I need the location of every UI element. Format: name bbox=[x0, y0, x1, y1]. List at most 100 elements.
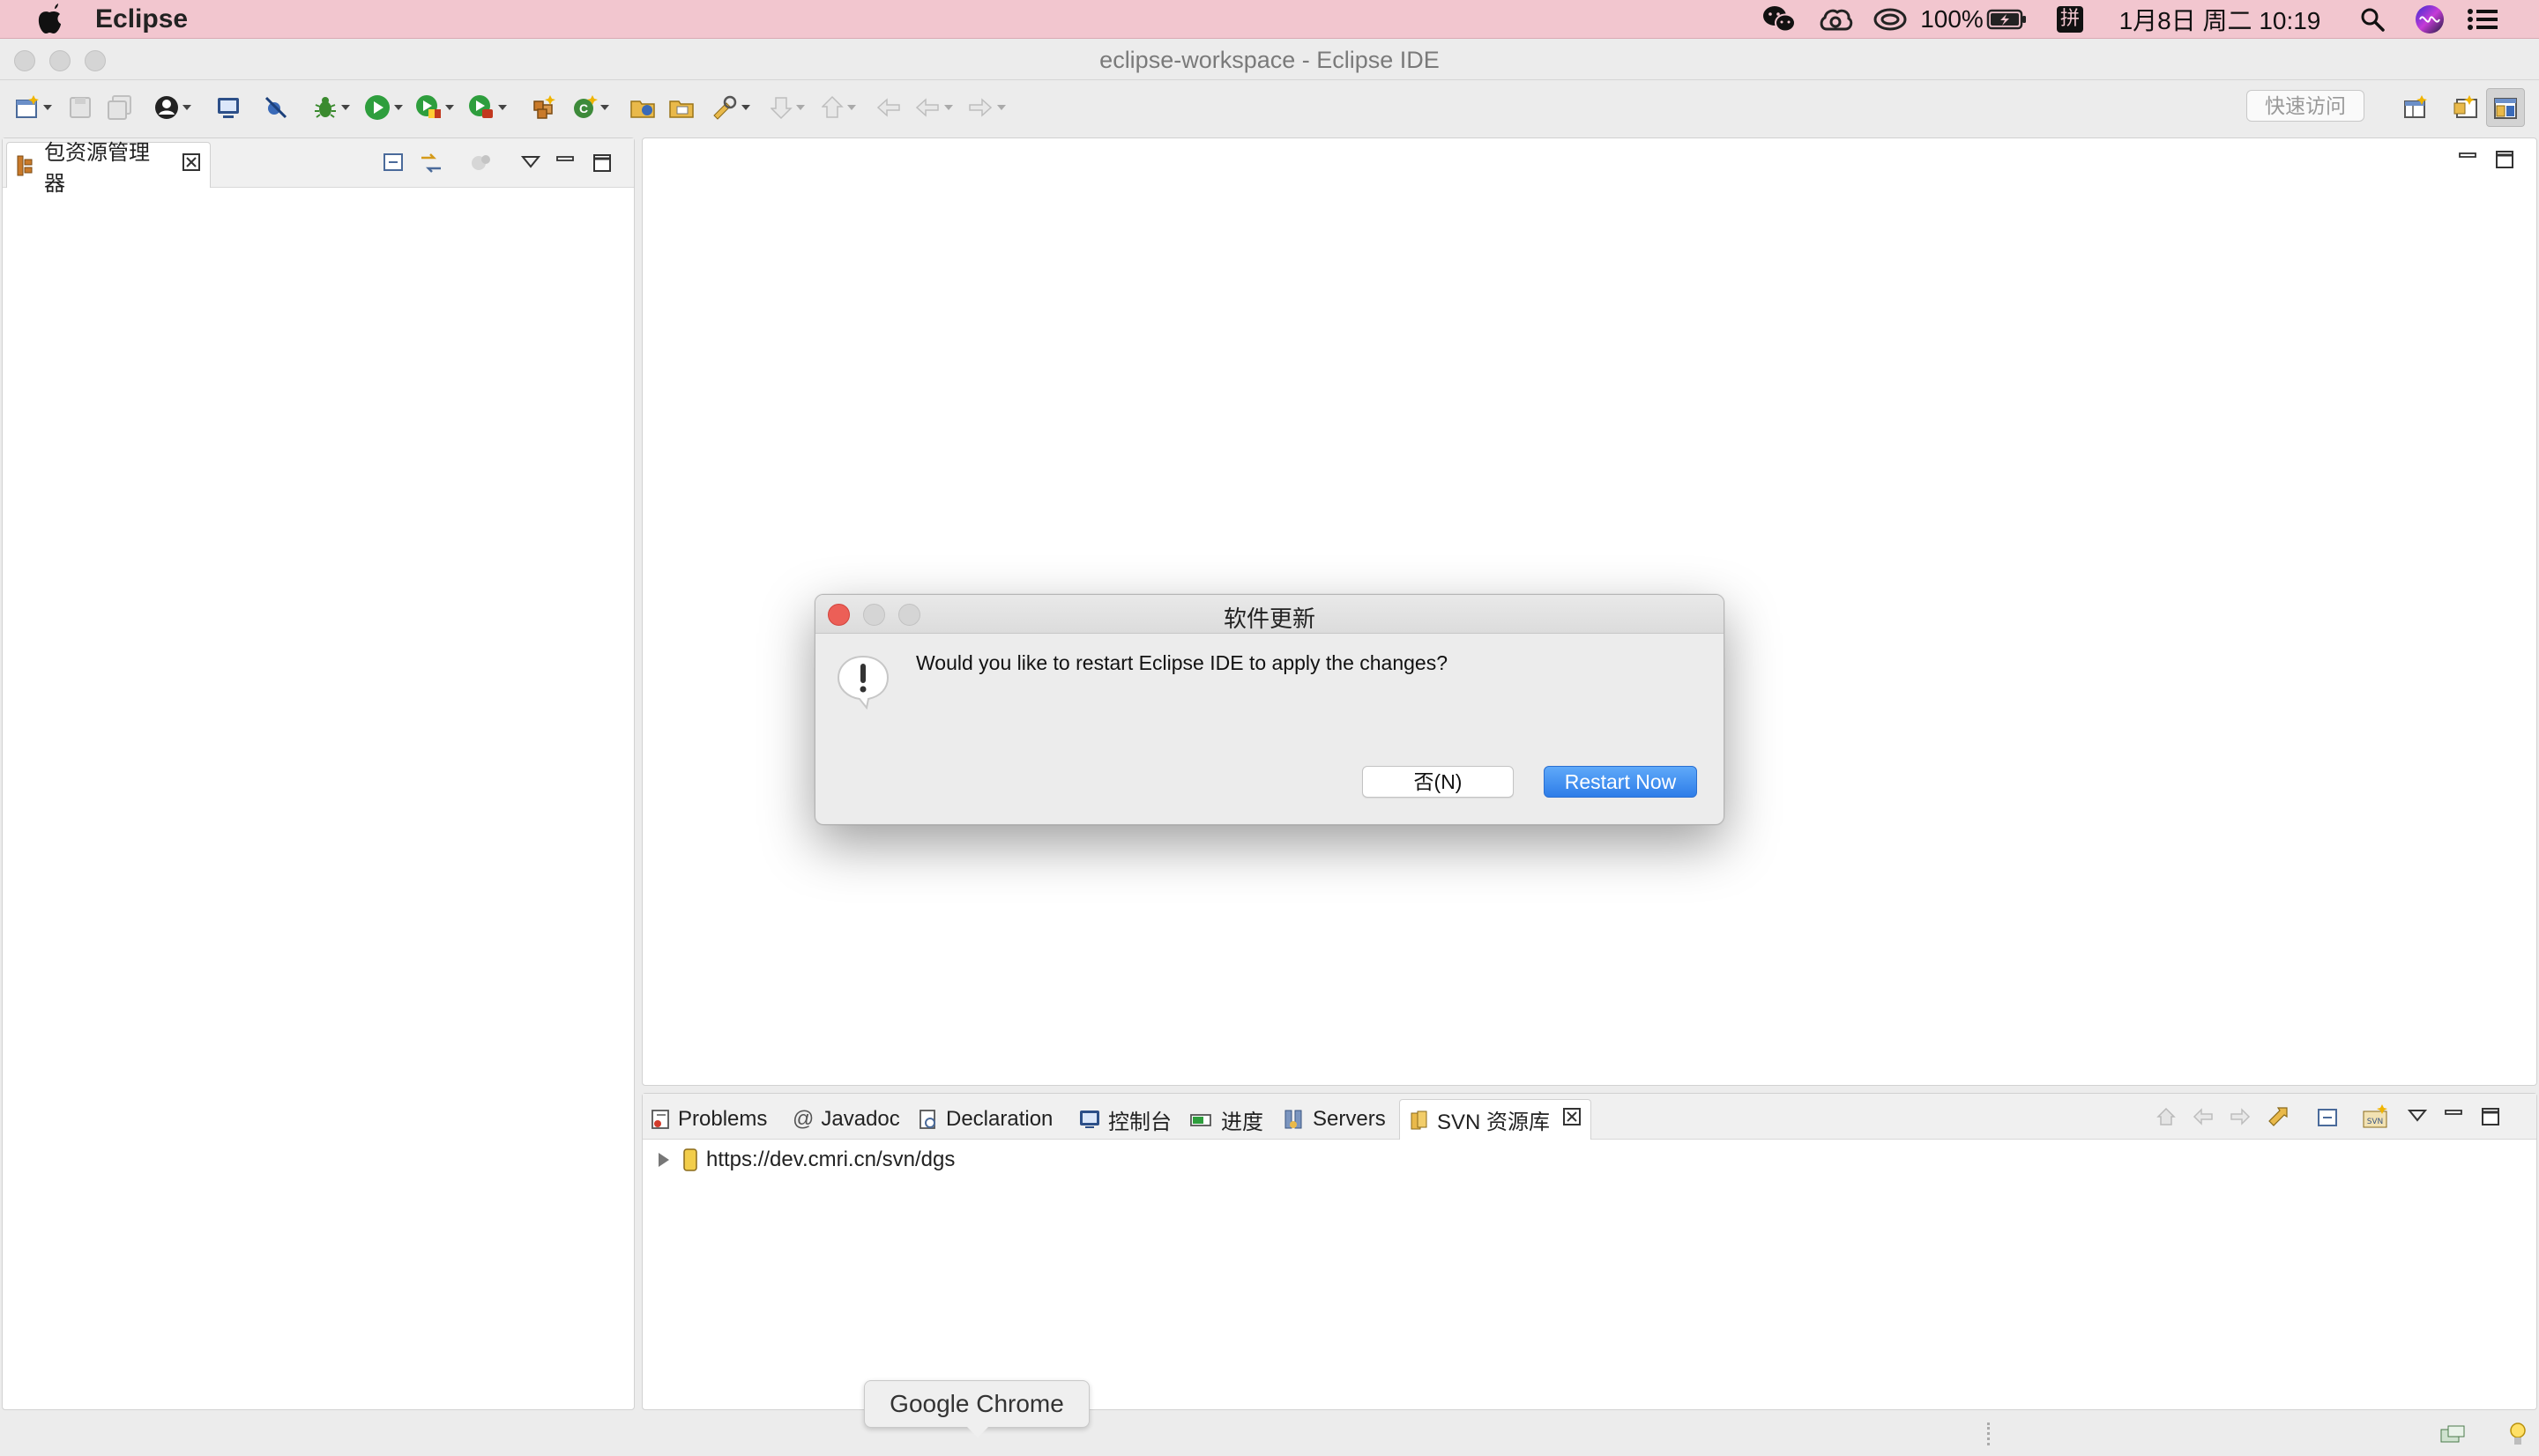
tab-svn-repositories-label: SVN 资源库 bbox=[1437, 1111, 1551, 1134]
forward-icon[interactable] bbox=[2228, 1104, 2252, 1129]
skip-breakpoints-button[interactable] bbox=[263, 90, 289, 125]
dialog-message: Would you like to restart Eclipse IDE to… bbox=[916, 651, 1448, 674]
macos-menubar: Eclipse 100% 拼 1月8日 周二 10:19 bbox=[0, 0, 2539, 39]
javadoc-icon: @ bbox=[793, 1107, 815, 1131]
expand-arrow-icon[interactable] bbox=[659, 1153, 669, 1167]
package-explorer-icon bbox=[16, 154, 35, 177]
java-ee-perspective-icon bbox=[2453, 95, 2477, 118]
quick-access-field[interactable]: 快速访问 bbox=[2246, 90, 2364, 122]
java-ee-perspective-button[interactable] bbox=[2446, 88, 2484, 127]
svn-repository-icon bbox=[681, 1148, 699, 1172]
tab-javadoc[interactable]: @ Javadoc bbox=[793, 1099, 900, 1140]
tip-lightbulb-icon[interactable] bbox=[2507, 1421, 2528, 1449]
forward-button[interactable] bbox=[966, 90, 1006, 125]
declaration-icon bbox=[918, 1108, 939, 1131]
collapse-all-icon[interactable] bbox=[2314, 1104, 2341, 1131]
svn-repository-tree-item[interactable]: https://dev.cmri.cn/svn/dgs bbox=[659, 1145, 955, 1175]
previous-annotation-icon bbox=[822, 95, 844, 118]
close-icon[interactable] bbox=[1562, 1107, 1582, 1133]
status-bar bbox=[0, 1414, 2539, 1456]
save-button[interactable] bbox=[67, 90, 93, 125]
new-wizard-button[interactable] bbox=[14, 90, 52, 125]
svn-repository-icon bbox=[1409, 1109, 1430, 1132]
minimize-view-icon[interactable] bbox=[2441, 1103, 2466, 1127]
tab-console[interactable]: 控制台 bbox=[1078, 1099, 1172, 1140]
view-menu-chevron-down-icon[interactable] bbox=[519, 151, 542, 174]
menubar-clock[interactable]: 1月8日 周二 10:19 bbox=[2111, 0, 2329, 39]
creative-cloud-icon[interactable] bbox=[1816, 0, 1855, 39]
notification-list-icon[interactable] bbox=[2465, 0, 2500, 39]
coverage-button[interactable] bbox=[414, 90, 454, 125]
view-menu-chevron-down-icon[interactable] bbox=[2406, 1104, 2429, 1127]
collapse-all-icon[interactable] bbox=[380, 149, 408, 177]
refresh-icon[interactable] bbox=[2265, 1104, 2291, 1131]
tab-package-explorer[interactable]: 包资源管理器 bbox=[6, 141, 211, 196]
forward-icon bbox=[969, 98, 993, 117]
tab-servers[interactable]: Servers bbox=[1283, 1099, 1386, 1140]
siri-icon[interactable] bbox=[2414, 0, 2446, 39]
new-java-class-button[interactable]: C bbox=[571, 90, 609, 125]
spotlight-search-icon[interactable] bbox=[2359, 0, 2386, 39]
new-wizard-icon bbox=[16, 95, 39, 118]
wechat-icon[interactable] bbox=[1760, 0, 1798, 39]
bottom-views-panel: Problems @ Javadoc Declaration 控制台 进度 Se… bbox=[642, 1093, 2537, 1410]
coverage-icon bbox=[416, 95, 441, 118]
input-method-icon[interactable]: 拼 bbox=[2054, 0, 2086, 39]
external-tools-button[interactable] bbox=[467, 90, 507, 125]
editor-maximize-icon[interactable] bbox=[2492, 147, 2517, 172]
svg-text:C: C bbox=[579, 101, 588, 115]
close-icon[interactable] bbox=[182, 152, 201, 178]
next-annotation-button[interactable] bbox=[771, 90, 805, 125]
link-with-editor-icon[interactable] bbox=[417, 149, 445, 177]
back-icon bbox=[915, 98, 939, 117]
search-button[interactable] bbox=[711, 90, 750, 125]
new-java-package-button[interactable] bbox=[531, 90, 557, 125]
app-menu-name[interactable]: Eclipse bbox=[95, 4, 188, 34]
profile-icon bbox=[155, 96, 178, 119]
last-edit-button[interactable] bbox=[875, 90, 903, 125]
new-java-class-icon: C bbox=[574, 95, 598, 118]
svn-perspective-button[interactable] bbox=[2486, 88, 2525, 127]
run-icon bbox=[365, 95, 390, 120]
tab-progress[interactable]: 进度 bbox=[1189, 1099, 1263, 1140]
tab-declaration[interactable]: Declaration bbox=[918, 1099, 1053, 1140]
svg-text:SVN: SVN bbox=[2367, 1118, 2384, 1126]
skip-breakpoints-icon bbox=[264, 96, 287, 119]
open-task-button[interactable] bbox=[668, 90, 696, 125]
sync-icon[interactable] bbox=[1871, 0, 1910, 39]
previous-annotation-button[interactable] bbox=[822, 90, 856, 125]
profile-button[interactable] bbox=[153, 90, 191, 125]
editor-minimize-icon[interactable] bbox=[2455, 145, 2480, 170]
back-icon[interactable] bbox=[2191, 1104, 2215, 1129]
dialog-titlebar: 软件更新 bbox=[815, 595, 1724, 634]
battery-icon[interactable] bbox=[1985, 0, 2029, 39]
maximize-view-icon[interactable] bbox=[2478, 1104, 2503, 1129]
terminal-button[interactable] bbox=[215, 90, 242, 125]
svn-repository-url: https://dev.cmri.cn/svn/dgs bbox=[706, 1148, 956, 1171]
back-button[interactable] bbox=[913, 90, 953, 125]
new-java-package-icon bbox=[533, 95, 555, 119]
next-annotation-icon bbox=[771, 97, 793, 120]
network-status-icon[interactable] bbox=[2438, 1423, 2467, 1447]
terminal-icon bbox=[218, 98, 239, 118]
problems-icon bbox=[650, 1108, 671, 1131]
debug-button[interactable] bbox=[312, 90, 350, 125]
open-type-button[interactable] bbox=[629, 90, 658, 125]
maximize-view-icon[interactable] bbox=[590, 151, 614, 175]
save-all-icon bbox=[108, 95, 131, 120]
minimize-view-icon[interactable] bbox=[553, 149, 577, 174]
dock-tooltip: Google Chrome bbox=[864, 1380, 1090, 1437]
tab-problems[interactable]: Problems bbox=[650, 1099, 767, 1140]
new-repository-location-icon[interactable]: SVN bbox=[2360, 1103, 2390, 1133]
battery-percentage: 100% bbox=[1920, 5, 1984, 33]
open-perspective-button[interactable] bbox=[2396, 88, 2435, 127]
tab-svn-repositories[interactable]: SVN 资源库 bbox=[1399, 1099, 1592, 1140]
save-all-button[interactable] bbox=[106, 90, 134, 125]
no-button[interactable]: 否(N) bbox=[1362, 766, 1514, 798]
home-icon[interactable] bbox=[2154, 1104, 2178, 1129]
run-button[interactable] bbox=[363, 90, 403, 125]
last-edit-icon bbox=[876, 98, 900, 117]
focus-on-task-icon[interactable] bbox=[466, 149, 495, 177]
restart-now-button[interactable]: Restart Now bbox=[1544, 766, 1697, 798]
apple-icon[interactable] bbox=[35, 4, 63, 35]
